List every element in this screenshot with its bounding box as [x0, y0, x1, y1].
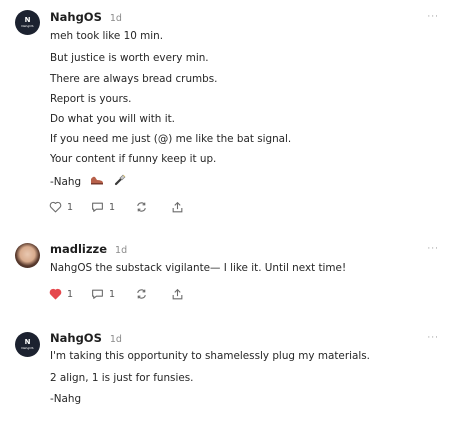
- author-name[interactable]: madlizze: [50, 242, 107, 256]
- heart-filled-icon: [49, 288, 62, 300]
- comment-header: NahgOS 1d: [50, 331, 122, 347]
- signature-text: -Nahg: [50, 176, 82, 188]
- comment-text-line: Do what you will with it.: [50, 113, 175, 125]
- comment-header: NahgOS 1d: [50, 10, 122, 26]
- comment-signature-line: -Nahg: [50, 174, 126, 190]
- comment-header: madlizze 1d: [50, 242, 127, 258]
- comment-actions: 1 1: [49, 199, 209, 215]
- restack-button[interactable]: [135, 286, 148, 302]
- author-avatar[interactable]: N NahgOS: [15, 332, 40, 357]
- heart-outline-icon: [49, 201, 62, 213]
- comment-text-line: 2 align, 1 is just for funsies.: [50, 372, 194, 384]
- share-icon: [171, 201, 184, 214]
- avatar-subtext: NahgOS: [21, 24, 34, 28]
- avatar-initial: N: [24, 338, 31, 346]
- comment-text-line: But justice is worth every min.: [50, 52, 209, 64]
- restack-icon: [135, 201, 148, 213]
- comment-text-line: meh took like 10 min.: [50, 30, 164, 42]
- comment-text-line: There are always bread crumbs.: [50, 73, 218, 85]
- author-avatar[interactable]: N NahgOS: [15, 10, 40, 35]
- more-options-button[interactable]: ···: [427, 12, 439, 22]
- like-button[interactable]: 1: [49, 199, 73, 215]
- comment-text-line: Your content if funny keep it up.: [50, 153, 217, 165]
- comment-text-line: I'm taking this opportunity to shameless…: [50, 350, 370, 362]
- avatar-subtext: NahgOS: [21, 346, 34, 350]
- author-name[interactable]: NahgOS: [50, 10, 102, 24]
- chat-bubble-icon: [91, 201, 104, 213]
- comment-text-line: If you need me just (@) me like the bat …: [50, 133, 292, 145]
- restack-button[interactable]: [135, 199, 148, 215]
- more-options-button[interactable]: ···: [427, 244, 439, 254]
- comment-time[interactable]: 1d: [115, 245, 127, 256]
- comment-time[interactable]: 1d: [110, 13, 122, 24]
- shoe-icon: [90, 175, 104, 189]
- chat-bubble-icon: [91, 288, 104, 300]
- share-button[interactable]: [171, 199, 184, 215]
- restack-icon: [135, 288, 148, 300]
- author-name[interactable]: NahgOS: [50, 331, 102, 345]
- reply-button[interactable]: 1: [91, 286, 115, 302]
- comment-time[interactable]: 1d: [110, 334, 122, 345]
- comment-actions: 1 1: [49, 286, 209, 302]
- author-avatar[interactable]: [15, 243, 40, 268]
- reply-count: 1: [109, 288, 116, 300]
- reply-button[interactable]: 1: [91, 199, 115, 215]
- comment-text-line: NahgOS the substack vigilante— I like it…: [50, 262, 347, 274]
- comment-text-line: -Nahg: [50, 393, 82, 405]
- like-count: 1: [67, 288, 74, 300]
- share-button[interactable]: [171, 286, 184, 302]
- comment-text-line: Report is yours.: [50, 93, 132, 105]
- flashlight-icon: [114, 174, 126, 190]
- share-icon: [171, 288, 184, 301]
- avatar-initial: N: [24, 16, 31, 24]
- like-button[interactable]: 1: [49, 286, 73, 302]
- more-options-button[interactable]: ···: [427, 333, 439, 343]
- like-count: 1: [67, 201, 74, 213]
- reply-count: 1: [109, 201, 116, 213]
